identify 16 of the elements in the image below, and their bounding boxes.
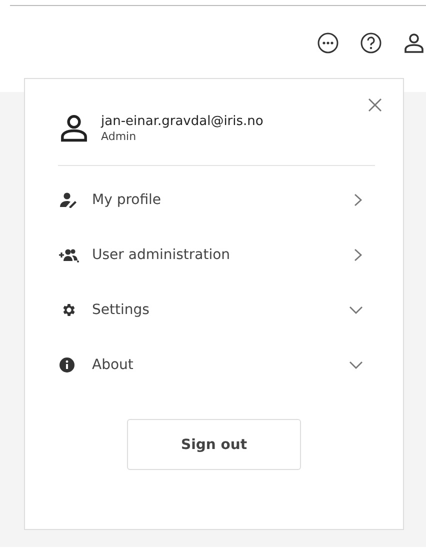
user-edit-icon — [59, 192, 79, 208]
menu-item[interactable]: My profile — [25, 172, 403, 227]
chevron-right-icon — [353, 248, 363, 262]
account-email: jan-einar.gravdal@iris.no — [101, 114, 264, 128]
sign-out-button[interactable]: Sign out — [127, 419, 301, 470]
menu-item[interactable]: About — [25, 337, 403, 392]
menu-item[interactable]: User administration — [25, 227, 403, 282]
user-icon — [59, 113, 89, 143]
user-icon — [403, 32, 425, 54]
chevron-right-icon — [353, 192, 363, 206]
account-role: Admin — [101, 130, 138, 142]
more-icon — [317, 32, 339, 54]
close-icon — [368, 98, 382, 112]
menu-item[interactable]: Settings — [25, 282, 403, 337]
add-users-icon — [59, 246, 79, 262]
help-icon — [360, 32, 382, 54]
